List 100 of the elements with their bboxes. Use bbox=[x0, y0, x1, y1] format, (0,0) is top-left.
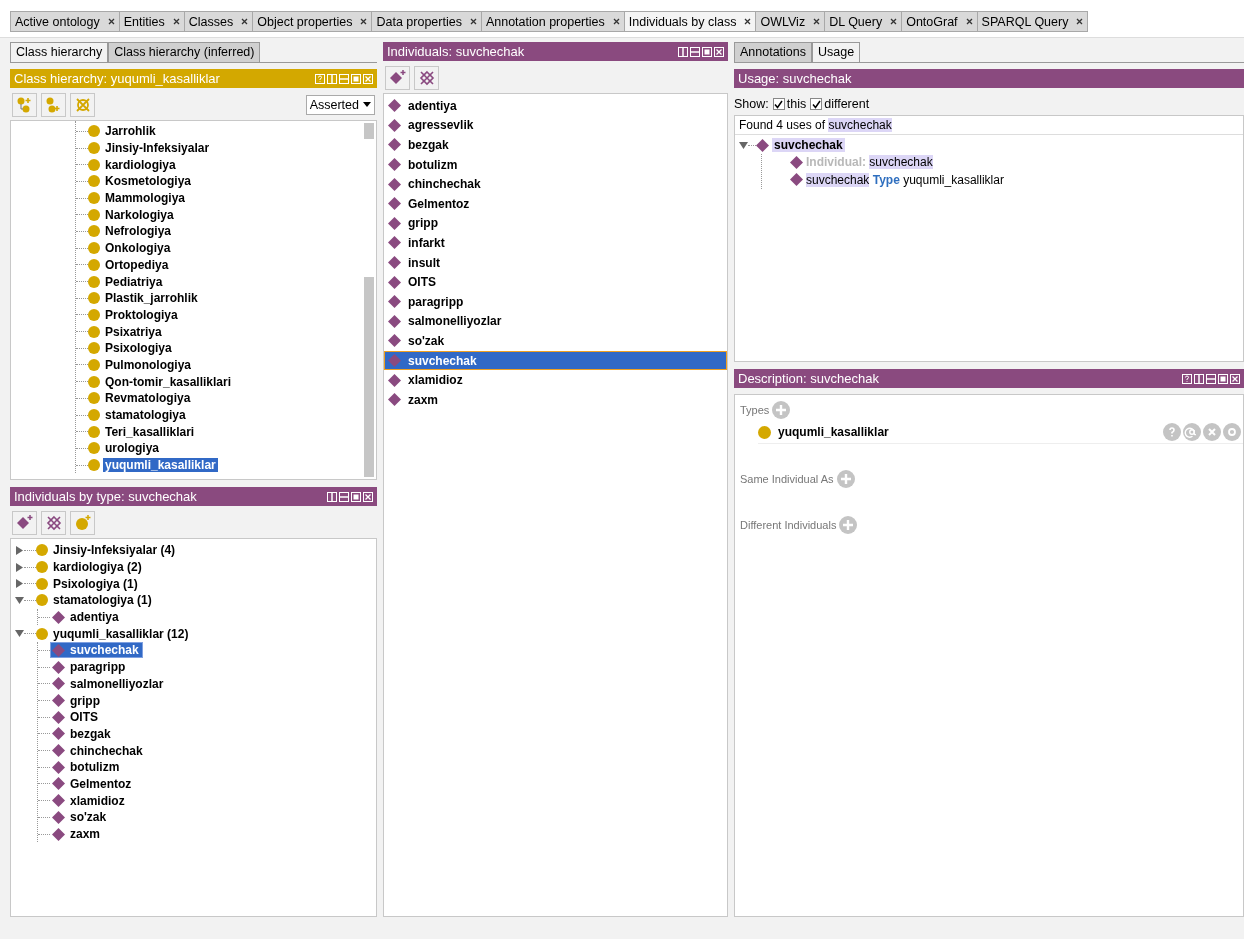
ontology-tab[interactable]: Entities bbox=[118, 11, 184, 32]
split-horizontal-icon[interactable] bbox=[690, 46, 700, 57]
individual-item[interactable]: adentiya bbox=[384, 96, 727, 116]
class-item[interactable]: kardiologiya bbox=[103, 157, 178, 172]
class-item[interactable]: Mammologiya bbox=[103, 191, 187, 206]
individual-item[interactable]: Gelmentoz bbox=[68, 776, 134, 791]
class-item[interactable]: Proktologiya bbox=[103, 307, 180, 322]
individual-item[interactable]: insult bbox=[384, 252, 727, 273]
individual-item[interactable]: zaxm bbox=[384, 389, 727, 410]
split-vertical-icon[interactable] bbox=[1194, 373, 1204, 384]
expand-toggle-icon[interactable] bbox=[15, 629, 24, 639]
individual-item[interactable]: salmonelliyozlar bbox=[384, 311, 727, 332]
ontology-tab[interactable]: OWLViz bbox=[755, 11, 825, 32]
ontology-tab[interactable]: Active ontology bbox=[10, 11, 119, 32]
individual-item[interactable]: suvchechak bbox=[384, 350, 727, 371]
class-item[interactable]: Kosmetologiya bbox=[103, 174, 193, 189]
close-icon[interactable] bbox=[172, 18, 180, 25]
ontology-tab[interactable]: Annotation properties bbox=[480, 11, 624, 32]
close-icon[interactable] bbox=[469, 18, 477, 25]
close-icon[interactable] bbox=[1076, 18, 1084, 25]
scrollbar[interactable] bbox=[364, 123, 374, 477]
individual-item[interactable]: xlamidioz bbox=[68, 793, 127, 808]
individual-item[interactable]: zaxm bbox=[68, 827, 103, 842]
split-vertical-icon[interactable] bbox=[327, 491, 337, 502]
view-tab[interactable]: Class hierarchy bbox=[10, 42, 109, 62]
expand-toggle-icon[interactable] bbox=[15, 579, 24, 589]
expand-toggle-icon[interactable] bbox=[739, 140, 748, 150]
individual-item[interactable]: paragripp bbox=[68, 660, 128, 675]
class-item[interactable]: Narkologiya bbox=[103, 207, 176, 222]
ontology-tab[interactable]: OntoGraf bbox=[901, 11, 977, 32]
class-item[interactable]: stamatologiya (1) bbox=[51, 593, 154, 608]
class-item[interactable]: Qon-tomir_kasalliklari bbox=[103, 374, 234, 389]
close-icon[interactable] bbox=[107, 18, 115, 25]
close-icon[interactable] bbox=[813, 18, 821, 25]
maximize-icon[interactable] bbox=[351, 491, 361, 502]
individual-item[interactable]: agressevlik bbox=[384, 115, 727, 136]
class-item[interactable]: Jinsiy-Infeksiyalar bbox=[103, 141, 212, 156]
class-item[interactable]: Teri_kasalliklari bbox=[103, 424, 197, 439]
individual-item[interactable]: Gelmentoz bbox=[384, 193, 727, 214]
class-item[interactable]: Plastik_jarrohlik bbox=[103, 291, 200, 306]
class-item[interactable]: yuqumli_kasalliklar bbox=[103, 458, 218, 473]
class-item[interactable]: Pediatriya bbox=[103, 274, 165, 289]
individual-item[interactable]: salmonelliyozlar bbox=[68, 676, 166, 691]
view-tab[interactable]: Annotations bbox=[734, 42, 813, 62]
close-icon[interactable] bbox=[612, 18, 620, 25]
class-item[interactable]: Onkologiya bbox=[103, 241, 173, 256]
close-icon[interactable] bbox=[360, 18, 368, 25]
individual-item[interactable]: botulizm bbox=[384, 154, 727, 175]
class-item[interactable]: Pulmonologiya bbox=[103, 357, 193, 372]
individual-item[interactable]: OITS bbox=[384, 272, 727, 292]
split-vertical-icon[interactable] bbox=[678, 46, 688, 57]
checkbox[interactable] bbox=[810, 98, 823, 110]
mode-dropdown[interactable]: Asserted bbox=[305, 94, 375, 115]
maximize-icon[interactable] bbox=[1218, 373, 1228, 384]
class-item[interactable]: kardiologiya (2) bbox=[51, 560, 144, 575]
ontology-tab[interactable]: DL Query bbox=[824, 11, 902, 32]
individual-item[interactable]: OITS bbox=[68, 710, 100, 725]
ontology-tab[interactable]: Classes bbox=[183, 11, 253, 32]
ontology-tab[interactable]: Individuals by class bbox=[623, 11, 756, 32]
class-item[interactable]: Ortopediya bbox=[103, 257, 171, 272]
individual-item[interactable]: bezgak bbox=[68, 726, 113, 741]
split-horizontal-icon[interactable] bbox=[1206, 373, 1216, 384]
ontology-tab[interactable]: Data properties bbox=[371, 11, 481, 32]
class-item[interactable]: stamatologiya bbox=[103, 408, 188, 423]
usage-axiom[interactable]: suvchechak Type yuqumli_kasalliklar bbox=[806, 172, 1004, 187]
individual-item[interactable]: xlamidioz bbox=[384, 370, 727, 390]
ontology-tab[interactable]: SPARQL Query bbox=[976, 11, 1089, 32]
individual-item[interactable]: so'zak bbox=[68, 810, 109, 825]
individual-item[interactable]: chinchechak bbox=[68, 743, 145, 758]
class-item[interactable]: yuqumli_kasalliklar (12) bbox=[51, 626, 191, 641]
class-item[interactable]: Revmatologiya bbox=[103, 391, 193, 406]
delete-button[interactable] bbox=[41, 510, 66, 535]
class-item[interactable]: Psixatriya bbox=[103, 324, 164, 339]
add-individual-button[interactable] bbox=[12, 510, 37, 535]
maximize-icon[interactable] bbox=[702, 46, 712, 57]
expand-toggle-icon[interactable] bbox=[15, 545, 24, 555]
help-icon[interactable] bbox=[1182, 373, 1192, 384]
close-icon[interactable] bbox=[241, 18, 249, 25]
individual-item[interactable]: bezgak bbox=[384, 135, 727, 155]
ontology-tab[interactable]: Object properties bbox=[252, 11, 372, 32]
close-icon[interactable] bbox=[744, 18, 752, 25]
class-item[interactable]: Psixologiya (1) bbox=[51, 576, 140, 591]
individual-item[interactable]: adentiya bbox=[68, 610, 121, 625]
expand-toggle-icon[interactable] bbox=[15, 562, 24, 572]
checkbox[interactable] bbox=[772, 98, 785, 110]
class-item[interactable]: Jarrohlik bbox=[103, 124, 158, 139]
individual-item[interactable]: gripp bbox=[384, 213, 727, 234]
class-item[interactable]: Psixologiya bbox=[103, 341, 174, 356]
individual-item[interactable]: so'zak bbox=[384, 331, 727, 351]
view-tab[interactable]: Class hierarchy (inferred) bbox=[108, 42, 261, 62]
delete-button[interactable] bbox=[414, 65, 439, 90]
view-tab[interactable]: Usage bbox=[812, 42, 861, 62]
individual-item[interactable]: botulizm bbox=[68, 760, 122, 775]
class-item[interactable]: Nefrologiya bbox=[103, 224, 173, 239]
individual-item[interactable]: gripp bbox=[68, 693, 102, 708]
usage-entity[interactable]: suvchechak bbox=[772, 138, 845, 153]
individual-item[interactable]: paragripp bbox=[384, 291, 727, 312]
class-item[interactable]: urologiya bbox=[103, 441, 161, 456]
expand-toggle-icon[interactable] bbox=[15, 595, 24, 605]
individual-item[interactable]: chinchechak bbox=[384, 174, 727, 194]
